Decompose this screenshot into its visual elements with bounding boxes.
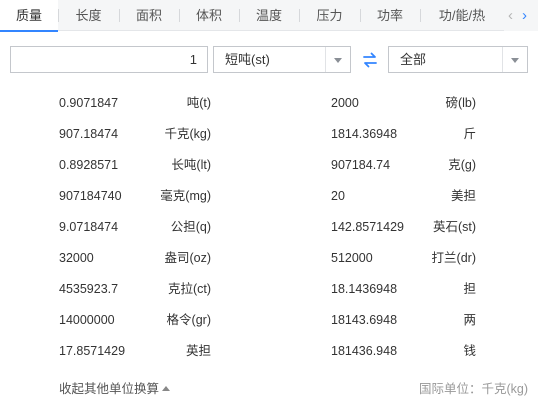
chevron-left-icon[interactable]: ‹ <box>508 0 513 31</box>
result-value: 4535923.7 <box>59 282 119 296</box>
result-value: 32000 <box>59 251 94 265</box>
result-value: 142.8571429 <box>331 220 404 234</box>
result-unit: 打兰(dr) <box>431 251 476 265</box>
result-row: 0.9071847 吨(t) <box>59 88 211 119</box>
tab-area[interactable]: 面积 <box>119 0 179 31</box>
result-unit: 格令(gr) <box>166 313 211 327</box>
result-unit: 克(g) <box>448 158 476 172</box>
result-unit: 斤 <box>463 127 476 141</box>
result-unit: 钱 <box>463 344 476 358</box>
swap-arrows-icon <box>363 52 377 68</box>
unit-category-tabs: 质量 长度 面积 体积 温度 压力 功率 功/能/热 ‹ › <box>0 0 538 32</box>
result-value: 9.0718474 <box>59 220 119 234</box>
collapse-label: 收起其他单位换算 <box>59 382 160 396</box>
result-unit: 担 <box>463 282 476 296</box>
result-unit: 公担(q) <box>170 220 211 234</box>
from-unit-select[interactable]: 短吨(st) <box>213 46 351 73</box>
result-value: 0.9071847 <box>59 96 119 110</box>
result-value: 512000 <box>331 251 373 265</box>
result-row: 20 美担 <box>331 181 476 212</box>
result-unit: 千克(kg) <box>164 127 211 141</box>
result-value: 907184740 <box>59 189 122 203</box>
result-value: 18.1436948 <box>331 282 398 296</box>
collapse-other-units-link[interactable]: 收起其他单位换算 <box>59 378 171 397</box>
result-unit: 吨(t) <box>186 96 211 110</box>
result-row: 17.8571429 英担 <box>59 336 211 367</box>
result-row: 142.8571429 英石(st) <box>331 212 476 243</box>
result-row: 181436.948 钱 <box>331 336 476 367</box>
result-unit: 英担 <box>185 344 211 358</box>
to-unit-select[interactable]: 全部 <box>388 46 528 73</box>
result-row: 18143.6948 两 <box>331 305 476 336</box>
result-value: 20 <box>331 189 345 203</box>
result-value: 1814.36948 <box>331 127 398 141</box>
chevron-down-icon <box>511 58 519 63</box>
result-row: 9.0718474 公担(q) <box>59 212 211 243</box>
chevron-right-icon[interactable]: › <box>522 0 527 31</box>
result-value: 907184.74 <box>331 158 391 172</box>
tab-work-energy-heat[interactable]: 功/能/热 <box>420 0 504 31</box>
result-unit: 美担 <box>450 189 476 203</box>
result-value: 2000 <box>331 96 359 110</box>
result-unit: 毫克(mg) <box>160 189 211 203</box>
tab-power[interactable]: 功率 <box>360 0 420 31</box>
result-row: 907.18474 千克(kg) <box>59 119 211 150</box>
tab-temperature[interactable]: 温度 <box>239 0 299 31</box>
international-unit-note: 国际单位：千克(kg) <box>418 382 528 396</box>
result-unit: 英石(st) <box>432 220 476 234</box>
result-row: 32000 盎司(oz) <box>59 243 211 274</box>
quantity-input[interactable] <box>10 46 208 73</box>
result-value: 907.18474 <box>59 127 119 141</box>
result-row: 2000 磅(lb) <box>331 88 476 119</box>
result-value: 18143.6948 <box>331 313 398 327</box>
result-value: 17.8571429 <box>59 344 126 358</box>
result-row: 0.8928571 长吨(lt) <box>59 150 211 181</box>
from-unit-value: 短吨(st) <box>225 52 270 67</box>
tab-volume[interactable]: 体积 <box>179 0 239 31</box>
result-row: 907184.74 克(g) <box>331 150 476 181</box>
result-unit: 克拉(ct) <box>167 282 211 296</box>
to-unit-value: 全部 <box>400 52 427 67</box>
result-unit: 磅(lb) <box>445 96 476 110</box>
result-unit: 盎司(oz) <box>164 251 211 265</box>
result-row: 14000000 格令(gr) <box>59 305 211 336</box>
tab-pressure[interactable]: 压力 <box>299 0 360 31</box>
result-value: 181436.948 <box>331 344 398 358</box>
result-row: 1814.36948 斤 <box>331 119 476 150</box>
tab-length[interactable]: 长度 <box>58 0 119 31</box>
tab-scroll-arrows: ‹ › <box>504 0 538 31</box>
result-value: 0.8928571 <box>59 158 119 172</box>
result-row: 512000 打兰(dr) <box>331 243 476 274</box>
tab-mass[interactable]: 质量 <box>0 0 58 32</box>
chevron-down-icon <box>334 58 342 63</box>
result-row: 907184740 毫克(mg) <box>59 181 211 212</box>
result-unit: 长吨(lt) <box>171 158 211 172</box>
caret-up-icon <box>162 386 171 391</box>
result-row: 18.1436948 担 <box>331 274 476 305</box>
result-row: 4535923.7 克拉(ct) <box>59 274 211 305</box>
result-value: 14000000 <box>59 313 115 327</box>
swap-units-button[interactable] <box>359 50 381 70</box>
result-unit: 两 <box>463 313 476 327</box>
